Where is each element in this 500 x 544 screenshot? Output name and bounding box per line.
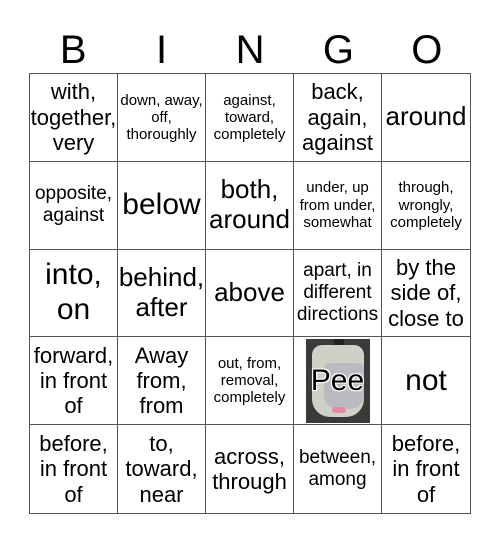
bingo-cell[interactable]: to, toward, near [118,425,206,513]
bingo-cell[interactable]: opposite, against [30,161,118,250]
header-letter-o: O [411,28,443,72]
cell-text: down, away, off, thoroughly [120,91,203,144]
cell-text: Away from, from [134,342,189,419]
bingo-cell[interactable]: around [382,74,470,162]
cell-text: apart, in different directions [296,260,379,325]
cell-text: before, in front of [391,431,461,507]
bingo-cell[interactable]: against, toward, completely [206,74,294,162]
bingo-cell[interactable]: through, wrongly, completely [382,162,470,250]
bingo-cell[interactable]: under, up from under, somewhat [294,161,382,250]
bingo-cell[interactable]: before, in front of [30,425,118,513]
bingo-cell[interactable]: between, among [294,425,382,513]
cell-text: by the side of, close to [388,255,464,331]
header-letter-n: N [235,28,265,72]
bingo-cell-free-space[interactable]: Pee [294,337,382,426]
bingo-cell[interactable]: Away from, from [118,337,206,426]
cell-text: to, toward, near [125,431,198,507]
bingo-header: B I N G O [29,28,471,72]
bingo-cell[interactable]: below [118,161,206,250]
bingo-cell[interactable]: back, again, against [294,74,382,162]
cell-text: with, together, very [30,79,117,156]
free-space-label: Pee [310,363,365,397]
header-letter-i: I [156,28,168,72]
cell-text: through, wrongly, completely [390,179,462,231]
cell-text: across, through [212,443,287,495]
bingo-cell[interactable]: across, through [206,425,294,513]
bingo-cell[interactable]: forward, in front of [30,337,118,426]
header-letter-b: B [59,28,87,72]
bingo-cell[interactable]: out, from, removal, completely [206,337,294,426]
bingo-grid: with, together, very down, away, off, tho… [29,73,471,514]
bingo-cell[interactable]: by the side of, close to [382,250,470,338]
bingo-cell[interactable]: above [206,249,294,338]
cell-text: against, toward, completely [213,91,286,144]
cell-text: under, up from under, somewhat [299,179,376,231]
cell-text: behind, after [118,262,205,322]
cell-text: back, again, against [302,79,373,156]
bingo-cell[interactable]: down, away, off, thoroughly [118,74,206,162]
cell-text: into, on [45,258,102,326]
bingo-cell[interactable]: into, on [30,249,118,338]
cell-text: both, around [209,174,290,235]
cell-text: above [214,277,285,308]
cell-text: opposite, against [34,183,113,227]
bingo-cell[interactable]: both, around [206,161,294,250]
bingo-cell[interactable]: behind, after [118,249,206,338]
cell-text: below [122,187,201,221]
cell-text: around [385,101,467,132]
bingo-cell[interactable]: before, in front of [382,425,470,513]
cell-text: before, in front of [39,431,108,507]
cell-text: between, among [298,447,377,491]
bingo-cell[interactable]: apart, in different directions [294,249,382,338]
bingo-cell[interactable]: with, together, very [30,74,118,162]
bingo-cell[interactable]: not [382,337,470,426]
cell-text: out, from, removal, completely [213,354,286,407]
cell-text: not [405,363,447,397]
cell-text: forward, in front of [33,342,114,419]
header-letter-g: G [322,28,354,72]
